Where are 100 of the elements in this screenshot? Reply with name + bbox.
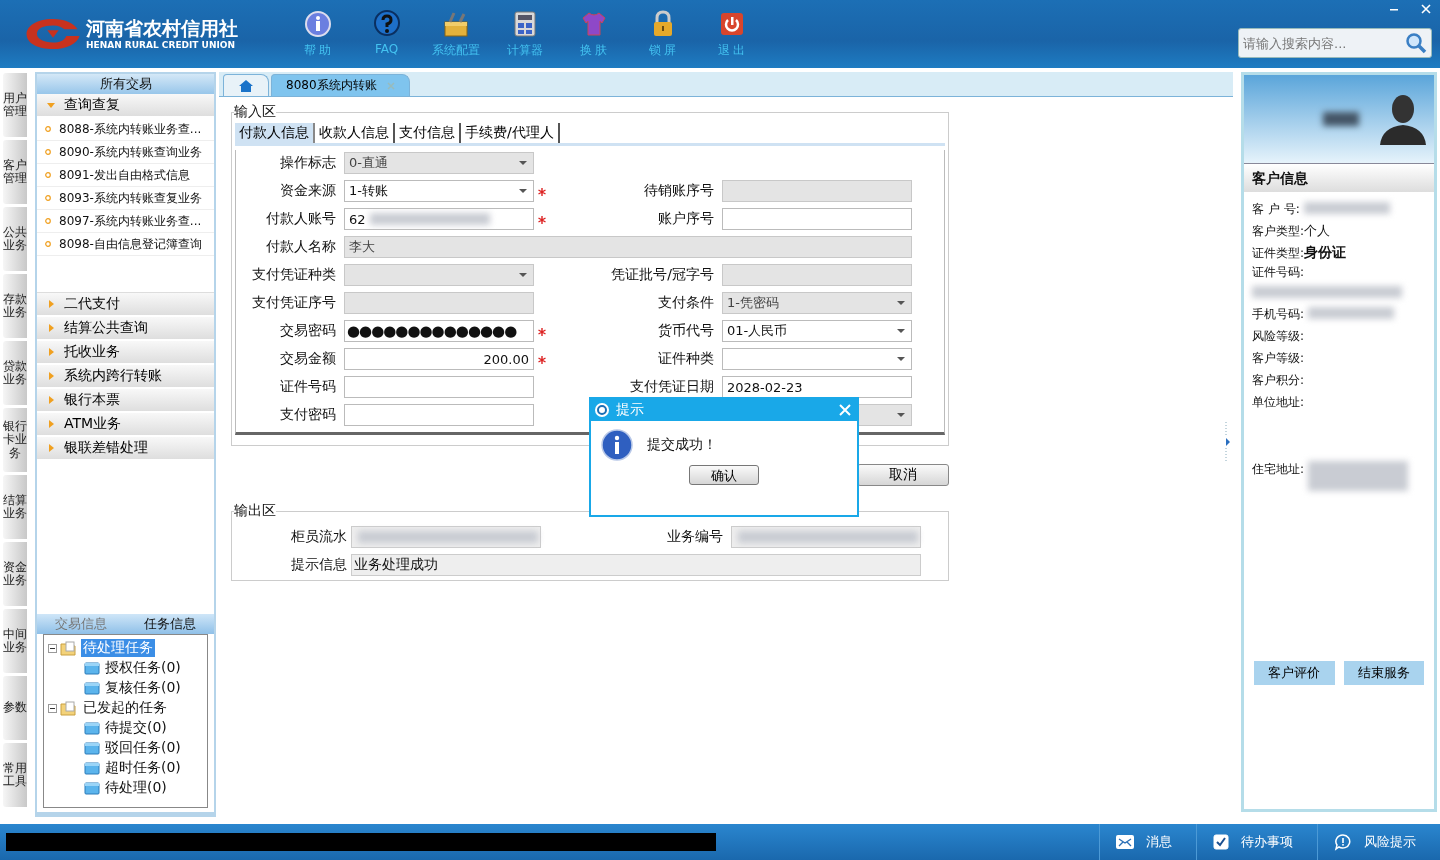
cancel-button[interactable]: 取消	[857, 464, 949, 486]
form-tab[interactable]: 支付信息	[395, 123, 461, 143]
caret-right-icon	[47, 396, 55, 404]
form-tab[interactable]: 付款人信息	[235, 123, 315, 143]
search-icon	[1405, 32, 1427, 54]
bullet-icon	[45, 172, 51, 178]
input-field[interactable]: 2028-02-23	[722, 376, 912, 398]
input-field[interactable]	[344, 404, 534, 426]
checkbox-icon	[1213, 834, 1229, 850]
side-tab[interactable]: 客户管理	[3, 140, 27, 204]
status-button[interactable]: 待办事项	[1196, 824, 1317, 860]
field-label: 柜员流水	[290, 528, 348, 546]
input-field[interactable]	[722, 264, 912, 286]
side-tab[interactable]: 参数	[3, 676, 27, 740]
menu-section[interactable]: 银行本票	[37, 389, 214, 413]
caret-icon	[897, 413, 905, 417]
caret-icon	[897, 357, 905, 361]
menu-item[interactable]: 8091-发出自由格式信息	[37, 164, 214, 187]
select-field[interactable]: 0-直通	[344, 152, 534, 174]
caret-down-icon	[47, 101, 55, 109]
side-tab[interactable]: 公共业务	[3, 207, 27, 271]
input-field[interactable]: 62	[344, 208, 534, 230]
tree-item[interactable]: 待处理(0)	[103, 779, 169, 797]
home-icon	[238, 78, 254, 93]
menu-section[interactable]: 查询查复	[37, 94, 214, 118]
menu-item[interactable]: 8093-系统内转账查复业务	[37, 187, 214, 210]
input-field[interactable]	[344, 292, 534, 314]
tree-item[interactable]: 驳回任务(0)	[103, 739, 183, 757]
action-button[interactable]: 结束服务	[1343, 661, 1424, 685]
menu-item[interactable]: 8097-系统内转账业务查...	[37, 210, 214, 233]
confirm-button[interactable]: 确认	[689, 465, 759, 485]
info-icon	[303, 9, 332, 38]
caret-right-icon	[47, 348, 55, 356]
home-tab[interactable]	[223, 74, 269, 96]
menu-section[interactable]: 银联差错处理	[37, 437, 214, 461]
field-label: 待销账序号	[643, 182, 715, 200]
input-field[interactable]: 李大	[344, 236, 912, 258]
logo-subtitle: HENAN RURAL CREDIT UNION	[86, 39, 236, 51]
field-label: 资金来源	[279, 182, 337, 200]
side-tab[interactable]: 存款业务	[3, 274, 27, 338]
input-field[interactable]	[722, 208, 912, 230]
select-field[interactable]: 1-转账	[344, 180, 534, 202]
tree-item[interactable]: 复核任务(0)	[103, 679, 183, 697]
menu-section[interactable]: ATM业务	[37, 413, 214, 437]
select-field[interactable]	[344, 264, 534, 286]
status-button[interactable]: 风险提示	[1317, 824, 1440, 860]
side-tab[interactable]: 银行卡业务	[3, 408, 27, 472]
section-title: 输入区	[234, 103, 276, 121]
side-tab[interactable]: 贷款业务	[3, 341, 27, 405]
password-field[interactable]: ●●●●●●●●●●●●●●	[344, 320, 534, 342]
app-logo-icon	[594, 402, 610, 418]
caret-right-icon	[47, 372, 55, 380]
info-value: 个人	[1304, 222, 1331, 240]
tree-item[interactable]: 已发起的任务	[81, 699, 169, 717]
select-field[interactable]	[722, 348, 912, 370]
info-label: 客 户 号:	[1252, 200, 1300, 218]
search-field[interactable]: 请输入搜索内容...	[1238, 28, 1432, 58]
input-field[interactable]	[722, 180, 912, 202]
side-tab[interactable]: 资金业务	[3, 542, 27, 606]
input-field[interactable]: 200.00	[344, 348, 534, 370]
tree-item[interactable]: 待提交(0)	[103, 719, 169, 737]
logo-icon	[24, 17, 82, 51]
panel-header: 客户信息	[1244, 164, 1434, 192]
field-label: 付款人名称	[265, 238, 337, 256]
dialog-message: 提交成功！	[647, 436, 717, 454]
side-tab[interactable]: 结算业务	[3, 475, 27, 539]
menu-item[interactable]: 8088-系统内转账业务查...	[37, 118, 214, 141]
caret-icon	[519, 189, 527, 193]
menu-item[interactable]: 8090-系统内转账查询业务	[37, 141, 214, 164]
form-tab[interactable]: 手续费/代理人	[461, 123, 560, 143]
menu-item[interactable]: 8098-自由信息登记簿查询	[37, 233, 214, 256]
status-button[interactable]: 消息	[1099, 824, 1196, 860]
menu-section[interactable]: 结算公共查询	[37, 317, 214, 341]
side-tab[interactable]: 用户管理	[3, 73, 27, 137]
form-tab[interactable]: 收款人信息	[315, 123, 395, 143]
collapse-icon[interactable]	[48, 703, 57, 713]
action-button[interactable]: 客户评价	[1254, 661, 1335, 685]
side-tab[interactable]: 常用工具	[3, 743, 27, 807]
menu-section[interactable]: 二代支付	[37, 293, 214, 317]
collapse-icon[interactable]	[48, 643, 57, 653]
collapse-handle-icon[interactable]	[1225, 422, 1231, 462]
logo-title: 河南省农村信用社	[86, 17, 238, 39]
field-label: 付款人账号	[265, 210, 337, 228]
caret-right-icon	[47, 444, 55, 452]
side-tab[interactable]: 中间业务	[3, 609, 27, 673]
folder-icon	[84, 781, 100, 795]
tree-item[interactable]: 授权任务(0)	[103, 659, 183, 677]
info-label: 风险等级:	[1252, 327, 1305, 345]
input-field[interactable]	[344, 376, 534, 398]
envelope-icon	[1116, 835, 1134, 849]
menu-section[interactable]: 系统内跨行转账	[37, 365, 214, 389]
select-field[interactable]: 01-人民币	[722, 320, 912, 342]
document-tab[interactable]: 8080系统内转账	[271, 74, 410, 96]
field-label: 证件号码	[279, 378, 337, 396]
dialog-title: 提示	[616, 401, 644, 419]
select-field[interactable]: 1-凭密码	[722, 292, 912, 314]
menu-section[interactable]: 托收业务	[37, 341, 214, 365]
tree-item[interactable]: 超时任务(0)	[103, 759, 183, 777]
field-label: 操作标志	[279, 154, 337, 172]
panel-tab[interactable]: 任务信息	[125, 614, 214, 634]
